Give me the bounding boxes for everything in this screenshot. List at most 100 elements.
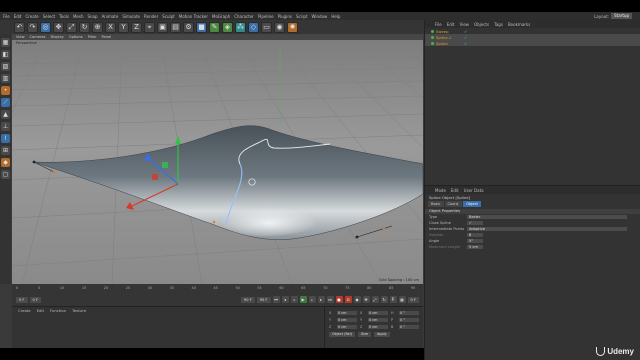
menu-simulate[interactable]: Simulate: [122, 14, 140, 19]
keyframe-selection-icon[interactable]: ◆: [353, 296, 361, 303]
menu-help[interactable]: Help: [331, 14, 340, 19]
number-field[interactable]: 8: [467, 232, 483, 238]
render-settings-icon[interactable]: ⚙: [183, 21, 194, 33]
floor-icon[interactable]: ▭: [261, 21, 272, 33]
y-axis-icon[interactable]: Y: [118, 21, 129, 33]
lock-workplane-icon[interactable]: ◆: [1, 158, 10, 167]
size-z-field[interactable]: 0 cm: [368, 324, 388, 330]
menu-motion-tracker[interactable]: Motion Tracker: [179, 14, 208, 19]
position-x-field[interactable]: 0 cm: [337, 310, 357, 316]
layout-dropdown[interactable]: Startup: [611, 13, 632, 19]
planar-workplane-icon[interactable]: ▢: [1, 170, 10, 179]
move-icon[interactable]: ✥: [53, 21, 64, 33]
rotation-h-field[interactable]: 0 °: [399, 310, 419, 316]
object-visibility-dot[interactable]: [431, 29, 434, 33]
next-frame-icon[interactable]: ▹: [308, 296, 316, 303]
timeline-ruler[interactable]: 0 5 10 15 20 25 30 35 40 45 50 55 60 65 70 75 80 85 90: [16, 286, 419, 293]
menu-mesh[interactable]: Mesh: [73, 14, 84, 19]
position-z-field[interactable]: 0 cm: [337, 324, 357, 330]
menu-plugins[interactable]: Plugins: [278, 14, 292, 19]
object-name[interactable]: Spline: [436, 41, 462, 46]
menu-render[interactable]: Render: [144, 14, 158, 19]
object-visibility-dot[interactable]: [431, 41, 434, 45]
previous-frame-icon[interactable]: ◃: [290, 296, 298, 303]
recent-tools-icon[interactable]: ⊕: [92, 21, 103, 33]
viewport-menu-cameras[interactable]: Cameras: [30, 35, 46, 39]
size-mode-dropdown[interactable]: Size: [358, 332, 371, 337]
am-menu-mode[interactable]: Mode: [435, 188, 446, 193]
menu-character[interactable]: Character: [234, 14, 254, 19]
position-key-icon[interactable]: ✥: [362, 296, 370, 303]
om-menu-view[interactable]: View: [459, 22, 469, 27]
viewport-menu-filter[interactable]: Filter: [88, 35, 97, 39]
menu-snap[interactable]: Snap: [87, 14, 97, 19]
start-frame-field[interactable]: 0 F: [29, 296, 41, 303]
tab-coord[interactable]: Coord.: [444, 201, 463, 207]
om-menu-objects[interactable]: Objects: [474, 22, 489, 27]
render-view-icon[interactable]: ▣: [157, 21, 168, 33]
mat-menu-create[interactable]: Create: [18, 308, 31, 313]
play-icon[interactable]: ▶: [299, 296, 307, 303]
end-frame-field-2[interactable]: 90 F: [256, 296, 271, 303]
texture-mode-icon[interactable]: ▧: [1, 62, 10, 71]
menu-edit[interactable]: Edit: [14, 14, 22, 19]
point-level-key-icon[interactable]: ▦: [398, 296, 406, 303]
am-menu-edit[interactable]: Edit: [451, 188, 459, 193]
maximum-length-field[interactable]: 5 cm: [467, 244, 483, 250]
light-icon[interactable]: ✹: [287, 21, 298, 33]
mat-menu-function[interactable]: Function: [50, 308, 66, 313]
x-axis-icon[interactable]: X: [105, 21, 116, 33]
menu-pipeline[interactable]: Pipeline: [258, 14, 274, 19]
rotate-icon[interactable]: ↻: [79, 21, 90, 33]
points-mode-icon[interactable]: •: [1, 86, 10, 95]
om-menu-file[interactable]: File: [435, 22, 442, 27]
type-dropdown[interactable]: Bezier: [467, 214, 627, 220]
control-point-left[interactable]: [52, 170, 56, 174]
handle-point-right[interactable]: [355, 235, 359, 239]
go-to-end-icon[interactable]: ⏭: [326, 296, 334, 303]
viewport-menu-view[interactable]: View: [16, 35, 25, 39]
enabled-check-icon[interactable]: ✓: [464, 29, 467, 34]
parameter-key-icon[interactable]: P: [389, 296, 397, 303]
menu-animate[interactable]: Animate: [102, 14, 119, 19]
next-key-icon[interactable]: ▸: [317, 296, 325, 303]
enabled-check-icon[interactable]: ✓: [464, 35, 467, 40]
object-name[interactable]: Spline.1: [436, 35, 462, 40]
position-y-field[interactable]: 0 cm: [337, 317, 357, 323]
scale-icon[interactable]: ⤢: [66, 21, 77, 33]
array-icon[interactable]: ⁂: [235, 21, 246, 33]
intermediate-points-dropdown[interactable]: Adaptive: [467, 226, 627, 232]
object-visibility-dot[interactable]: [431, 35, 434, 39]
coordinate-system-icon[interactable]: ⌖: [144, 21, 155, 33]
menu-tools[interactable]: Tools: [59, 14, 69, 19]
current-frame-field[interactable]: 0 F: [16, 296, 28, 303]
menu-select[interactable]: Select: [43, 14, 55, 19]
object-name[interactable]: Sweep: [436, 29, 462, 34]
menu-window[interactable]: Window: [312, 14, 328, 19]
perspective-viewport[interactable]: View Cameras Display Options Filter Pane…: [12, 34, 423, 284]
viewport-menu-display[interactable]: Display: [51, 35, 64, 39]
camera-icon[interactable]: ◉: [274, 21, 285, 33]
handle-point-left[interactable]: [32, 160, 36, 164]
autokey-icon[interactable]: ⊙: [344, 296, 352, 303]
control-point-bottom[interactable]: [212, 220, 216, 224]
render-picture-viewer-icon[interactable]: ▤: [170, 21, 181, 33]
am-menu-user-data[interactable]: User Data: [464, 188, 484, 193]
coordinate-mode-dropdown[interactable]: Object (Rel): [329, 332, 355, 337]
apply-button[interactable]: Apply: [373, 332, 390, 337]
make-editable-icon[interactable]: ▦: [1, 38, 10, 47]
workplane-icon[interactable]: ▥: [1, 74, 10, 83]
size-y-field[interactable]: 0 cm: [368, 317, 388, 323]
close-spline-checkbox[interactable]: ✓: [467, 220, 483, 226]
menu-mograph[interactable]: MoGraph: [212, 14, 230, 19]
viewport-menu-panel[interactable]: Panel: [102, 35, 112, 39]
undo-icon[interactable]: ↶: [14, 21, 25, 33]
model-mode-icon[interactable]: ◧: [1, 50, 10, 59]
scale-key-icon[interactable]: ⤢: [371, 296, 379, 303]
polygons-mode-icon[interactable]: ▲: [1, 110, 10, 119]
viewport-menu-options[interactable]: Options: [69, 35, 83, 39]
menu-create[interactable]: Create: [25, 14, 38, 19]
menu-sculpt[interactable]: Sculpt: [162, 14, 175, 19]
enabled-check-icon[interactable]: ✓: [464, 41, 467, 46]
size-x-field[interactable]: 0 cm: [368, 310, 388, 316]
